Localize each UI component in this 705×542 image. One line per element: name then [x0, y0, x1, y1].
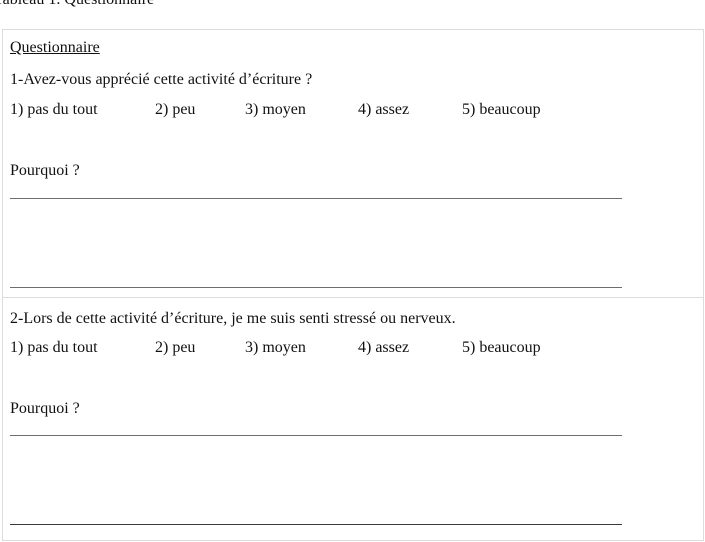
- option-2[interactable]: 2) peu: [155, 338, 195, 358]
- answer-line-2[interactable]: [10, 524, 622, 525]
- option-1[interactable]: 1) pas du tout: [10, 100, 98, 120]
- question-1-text: 1-Avez-vous apprécié cette activité d’éc…: [10, 71, 313, 88]
- option-3[interactable]: 3) moyen: [245, 100, 306, 120]
- answer-line-1[interactable]: [10, 435, 622, 436]
- option-3[interactable]: 3) moyen: [245, 338, 306, 358]
- option-2[interactable]: 2) peu: [155, 100, 195, 120]
- question-1-options: 1) pas du tout 2) peu 3) moyen 4) assez …: [10, 100, 610, 120]
- question-1-why-label: Pourquoi ?: [10, 162, 80, 179]
- option-1[interactable]: 1) pas du tout: [10, 338, 98, 358]
- question-2-why-label: Pourquoi ?: [10, 400, 80, 417]
- question-2-text: 2-Lors de cette activité d’écriture, je …: [10, 310, 456, 327]
- option-5[interactable]: 5) beaucoup: [462, 100, 541, 120]
- option-5[interactable]: 5) beaucoup: [462, 338, 541, 358]
- questionnaire-heading: Questionnaire: [10, 39, 100, 56]
- question-2-cell: 2-Lors de cette activité d’écriture, je …: [3, 298, 703, 540]
- option-4[interactable]: 4) assez: [358, 100, 409, 120]
- option-4[interactable]: 4) assez: [358, 338, 409, 358]
- questionnaire-table: Questionnaire 1-Avez-vous apprécié cette…: [2, 29, 704, 541]
- table-caption: Tableau 1. Questionnaire: [0, 0, 154, 10]
- question-1-cell: Questionnaire 1-Avez-vous apprécié cette…: [3, 30, 703, 298]
- answer-line-1[interactable]: [10, 198, 622, 199]
- answer-line-2[interactable]: [10, 287, 622, 288]
- question-2-options: 1) pas du tout 2) peu 3) moyen 4) assez …: [10, 338, 610, 358]
